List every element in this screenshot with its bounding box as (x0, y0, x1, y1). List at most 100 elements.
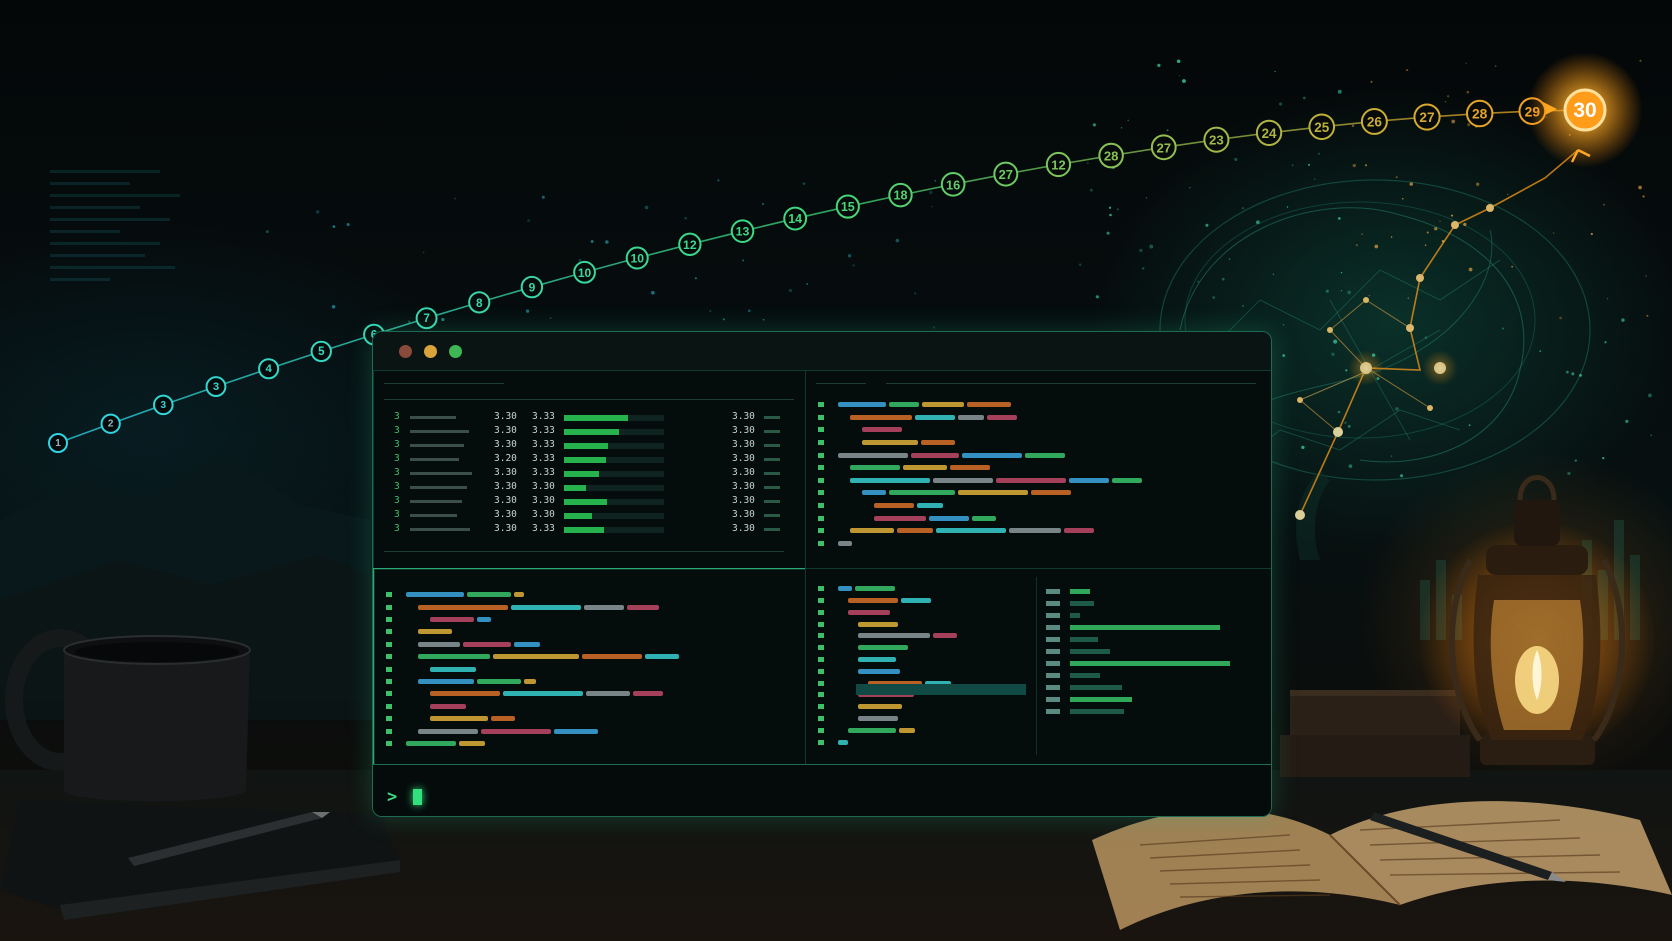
minimize-button[interactable] (424, 345, 437, 358)
code-line[interactable] (386, 601, 662, 614)
row-value-c: 3.30 (732, 439, 755, 450)
milestone-label: 28 (1104, 149, 1119, 164)
row-value-c: 3.30 (732, 509, 755, 520)
code-token (858, 715, 898, 721)
code-token (838, 739, 848, 745)
code-token (862, 490, 886, 496)
progress-track (564, 415, 664, 421)
code-token (1031, 490, 1071, 496)
metric-row[interactable]: 3 3.30 3.33 3.30 (374, 411, 806, 425)
progress-fill (564, 513, 592, 519)
metric-row[interactable]: 3 3.30 3.33 3.30 (374, 439, 806, 453)
code-pane-bottom[interactable] (373, 568, 807, 766)
row-value-b: 3.33 (532, 453, 555, 464)
row-value-b: 3.33 (532, 467, 555, 478)
code-line[interactable] (818, 475, 1145, 488)
code-token (477, 616, 491, 622)
command-line[interactable]: > (373, 764, 1271, 816)
code-line[interactable] (818, 437, 958, 450)
code-line[interactable] (386, 738, 488, 751)
gutter-mark (818, 621, 824, 627)
code-token (633, 691, 663, 697)
gutter-mark (818, 609, 824, 615)
metric-row[interactable]: 3 3.30 3.33 3.30 (374, 467, 806, 481)
milestone-node: 10 (625, 246, 649, 270)
code-token (1009, 528, 1061, 534)
milestone-label: 5 (318, 346, 325, 358)
milestone-label: 2 (108, 419, 114, 430)
milestone-label: 3 (213, 381, 219, 393)
progress-track (564, 443, 664, 449)
code-line[interactable] (818, 399, 1014, 412)
code-token (418, 728, 478, 734)
gutter-mark (818, 680, 824, 686)
close-button[interactable] (399, 345, 412, 358)
metric-row[interactable]: 3 3.30 3.33 3.30 (374, 425, 806, 439)
code-token (459, 740, 485, 746)
code-token (848, 597, 898, 603)
gutter-mark (386, 604, 392, 610)
metric-row[interactable]: 3 3.30 3.30 3.30 (374, 495, 806, 509)
code-line[interactable] (818, 424, 905, 437)
gutter-mark (818, 727, 824, 733)
code-token (838, 452, 908, 458)
code-line[interactable] (818, 512, 999, 525)
metric-row[interactable]: 3 3.20 3.33 3.30 (374, 453, 806, 467)
maximize-button[interactable] (449, 345, 462, 358)
milestone-node: 9 (520, 275, 544, 299)
gutter-mark (818, 439, 824, 445)
code-line[interactable] (818, 462, 993, 475)
code-line[interactable] (818, 412, 1020, 425)
row-value-c: 3.30 (732, 467, 755, 478)
code-line[interactable] (818, 525, 1097, 538)
code-line[interactable] (386, 663, 479, 676)
file-tree-pane[interactable] (805, 568, 1271, 766)
log-line (1046, 673, 1100, 678)
log-line (1046, 649, 1110, 654)
code-token (917, 502, 943, 508)
code-pane-top[interactable] (805, 370, 1271, 570)
metrics-pane[interactable]: 3 3.30 3.33 3.30 3 3.30 3.33 3.30 3 3.30 3.33 3.30 3… (373, 370, 807, 570)
code-line[interactable] (818, 736, 851, 749)
code-line[interactable] (386, 725, 601, 738)
code-line[interactable] (818, 487, 1074, 500)
gutter-mark (386, 592, 392, 598)
code-line[interactable] (386, 626, 455, 639)
code-line[interactable] (386, 639, 543, 652)
metric-row[interactable]: 3 3.30 3.30 3.30 (374, 481, 806, 495)
gutter-mark (818, 465, 824, 471)
code-line[interactable] (818, 449, 1068, 462)
milestone-label: 23 (1209, 133, 1224, 148)
metric-row[interactable]: 3 3.30 3.30 3.30 (374, 509, 806, 523)
code-line[interactable] (386, 676, 539, 689)
code-line[interactable] (386, 701, 469, 714)
row-name (410, 472, 472, 475)
milestone-node: 28 (1098, 142, 1124, 169)
code-line[interactable] (386, 589, 527, 602)
code-line[interactable] (386, 651, 682, 664)
code-token (627, 604, 659, 610)
code-line[interactable] (386, 614, 494, 627)
milestone-node: 16 (940, 171, 966, 197)
code-token (430, 666, 476, 672)
gutter-mark (818, 452, 824, 458)
gutter-mark (818, 490, 824, 496)
code-token (903, 465, 947, 471)
code-line[interactable] (386, 688, 666, 701)
row-name (410, 514, 457, 517)
selected-tree-row[interactable] (856, 684, 1026, 695)
title-bar[interactable] (373, 332, 1271, 371)
milestone-node: 8 (468, 291, 491, 314)
gutter-mark (818, 586, 824, 592)
row-value-b: 3.33 (532, 523, 555, 534)
row-status (764, 486, 780, 489)
code-token (858, 656, 896, 662)
code-token (987, 414, 1017, 420)
code-line[interactable] (818, 538, 855, 551)
code-line[interactable] (386, 713, 518, 726)
metric-row[interactable]: 3 3.30 3.33 3.30 (374, 523, 806, 537)
terminal-window[interactable]: 3 3.30 3.33 3.30 3 3.30 3.33 3.30 3 3.30 3.33 3.30 3… (372, 331, 1272, 817)
gutter-mark (818, 414, 824, 420)
code-token (858, 621, 898, 627)
code-line[interactable] (818, 500, 946, 513)
